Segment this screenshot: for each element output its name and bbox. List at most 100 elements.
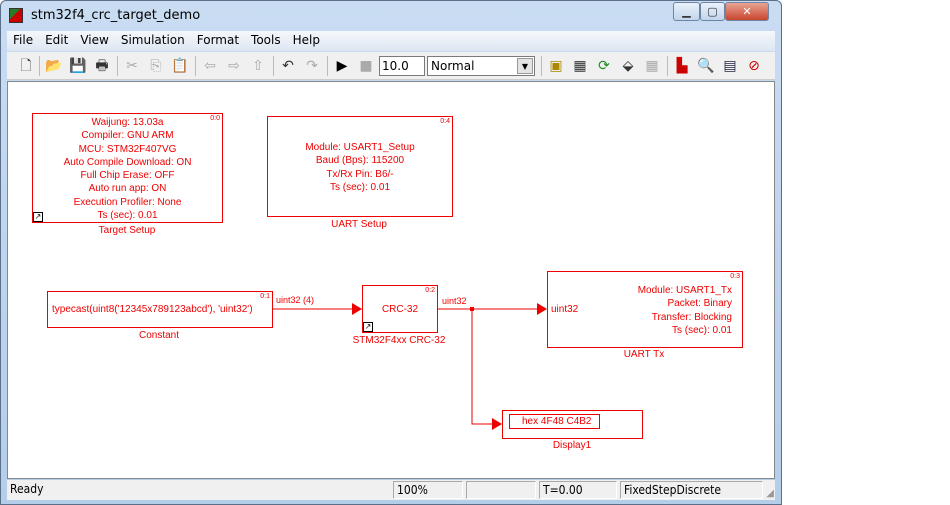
forward-icon[interactable]: ⇨ [225, 57, 243, 75]
block-line: Tx/Rx Pin: B6/- [326, 168, 394, 180]
display-value: hex 4F48 C4B2 [509, 414, 600, 429]
block-label[interactable]: Target Setup [99, 225, 156, 236]
block-label[interactable]: UART Tx [624, 349, 665, 360]
target-setup-block[interactable]: 0:0 Waijung: 13.03a Compiler: GNU ARM MC… [32, 113, 223, 223]
separator [541, 56, 542, 76]
uart-setup-block[interactable]: 0:4 Module: USART1_Setup Baud (Bps): 115… [267, 116, 453, 217]
block-id: 0:1 [260, 293, 270, 300]
block-label[interactable]: Constant [139, 330, 179, 341]
block-line: Packet: Binary [667, 298, 732, 310]
properties-icon[interactable]: ▤ [721, 57, 739, 75]
refresh-icon[interactable]: ⟳ [595, 57, 613, 75]
zoom-level: 100% [393, 481, 463, 499]
print-icon[interactable]: 🖶 [93, 57, 111, 75]
model-window: stm32f4_crc_target_demo ▁ ▢ ✕ File Edit … [0, 0, 782, 505]
signal-label: uint32 (4) [276, 295, 315, 305]
constant-value: typecast(uint8('12345x789123abcd'), 'uin… [52, 304, 253, 315]
simulation-mode-select[interactable]: Normal ▼ [427, 56, 535, 76]
block-id: 0:0 [210, 115, 220, 122]
save-icon[interactable]: 💾 [69, 57, 87, 75]
close-button[interactable]: ✕ [725, 2, 769, 21]
crc-text: CRC-32 [381, 304, 419, 315]
open-icon[interactable]: 📂 [45, 57, 63, 75]
uart-tx-block[interactable]: 0:3 uint32 Module: USART1_Tx Packet: Bin… [547, 271, 743, 348]
block-line: Execution Profiler: None [73, 196, 182, 208]
profiler-icon[interactable]: ⊘ [745, 57, 763, 75]
status-bar: Ready 100% T=0.00 FixedStepDiscrete ◢ [7, 480, 775, 500]
explorer-icon[interactable]: 🔍 [697, 57, 715, 75]
block-line: Transfer: Blocking [651, 311, 732, 323]
back-icon[interactable]: ⇦ [201, 57, 219, 75]
branch-point [470, 307, 474, 311]
block-line: Compiler: GNU ARM [81, 130, 174, 142]
arrow-head [352, 303, 362, 315]
separator [195, 56, 196, 76]
block-label[interactable]: STM32F4xx CRC-32 [353, 335, 446, 346]
separator [39, 56, 40, 76]
block-line: Auto Compile Download: ON [63, 156, 192, 168]
undo-icon[interactable]: ↶ [279, 57, 297, 75]
block-line: Ts (sec): 0.01 [329, 181, 391, 193]
block-line: Module: USART1_Setup [305, 142, 415, 153]
display-block[interactable]: hex 4F48 C4B2 [502, 410, 643, 439]
toolbar: 🗋 📂 💾 🖶 ✂ ⎘ 📋 ⇦ ⇨ ⇧ ↶ ↷ ▶ ■ 10.0 Normal ▼… [7, 52, 775, 80]
separator [327, 56, 328, 76]
play-icon[interactable]: ▶ [333, 57, 351, 75]
minimize-button[interactable]: ▁ [673, 2, 700, 21]
constant-block[interactable]: 0:1 typecast(uint8('12345x789123abcd'), … [47, 291, 273, 328]
build-icon[interactable]: ⬙ [619, 57, 637, 75]
menu-file[interactable]: File [7, 31, 39, 51]
menu-simulation[interactable]: Simulation [115, 31, 191, 51]
copy-icon[interactable]: ⎘ [147, 57, 165, 75]
block-line: Auto run app: ON [88, 183, 167, 195]
paste-icon[interactable]: 📋 [171, 57, 189, 75]
model-browser-icon[interactable]: ▦ [571, 57, 589, 75]
block-line: Ts (sec): 0.01 [97, 210, 158, 222]
shortcut-arrow-icon: ↗ [33, 212, 43, 222]
incremental-build-icon[interactable]: ▦ [643, 57, 661, 75]
up-icon[interactable]: ⇧ [249, 57, 267, 75]
cut-icon[interactable]: ✂ [123, 57, 141, 75]
block-label[interactable]: UART Setup [331, 219, 387, 230]
block-line: Full Chip Erase: OFF [80, 170, 175, 182]
simulation-time: T=0.00 [539, 481, 617, 499]
block-line: Baud (Bps): 115200 [315, 155, 405, 167]
status-text: Ready [10, 482, 44, 496]
redo-icon[interactable]: ↷ [303, 57, 321, 75]
block-line: Waijung: 13.03a [91, 117, 164, 128]
sim-mode-value: Normal [431, 59, 475, 73]
resize-grip-icon[interactable]: ◢ [766, 488, 774, 499]
model-canvas[interactable]: 0:0 Waijung: 13.03a Compiler: GNU ARM MC… [7, 81, 775, 479]
window-title: stm32f4_crc_target_demo [31, 8, 201, 23]
menu-tools[interactable]: Tools [245, 31, 287, 51]
menu-edit[interactable]: Edit [39, 31, 74, 51]
crc32-block[interactable]: 0:2 CRC-32 ↗ [362, 285, 438, 333]
signal-line-branch-display [471, 309, 494, 425]
debug-icon[interactable]: ▙ [673, 57, 691, 75]
arrow-head [537, 303, 547, 315]
chevron-down-icon[interactable]: ▼ [517, 58, 533, 74]
title-bar: stm32f4_crc_target_demo ▁ ▢ ✕ [1, 1, 781, 31]
block-label[interactable]: Display1 [553, 440, 591, 451]
status-empty-pane [466, 481, 536, 499]
separator [667, 56, 668, 76]
new-icon[interactable]: 🗋 [17, 57, 35, 75]
separator [117, 56, 118, 76]
block-line: Ts (sec): 0.01 [671, 324, 732, 336]
menu-format[interactable]: Format [191, 31, 245, 51]
stop-icon[interactable]: ■ [357, 57, 375, 75]
simulink-icon [9, 8, 23, 23]
maximize-button[interactable]: ▢ [700, 2, 725, 21]
block-line: Module: USART1_Tx [637, 285, 732, 296]
menu-bar: File Edit View Simulation Format Tools H… [7, 31, 775, 51]
menu-view[interactable]: View [74, 31, 114, 51]
arrow-head [492, 418, 502, 430]
block-line: MCU: STM32F407VG [78, 143, 177, 155]
library-browser-icon[interactable]: ▣ [547, 57, 565, 75]
block-id: 0:2 [425, 287, 435, 294]
menu-help[interactable]: Help [287, 31, 326, 51]
solver-name: FixedStepDiscrete [620, 481, 763, 499]
block-id: 0:4 [440, 118, 450, 125]
stop-time-input[interactable]: 10.0 [379, 56, 425, 76]
signal-label: uint32 [442, 296, 467, 306]
